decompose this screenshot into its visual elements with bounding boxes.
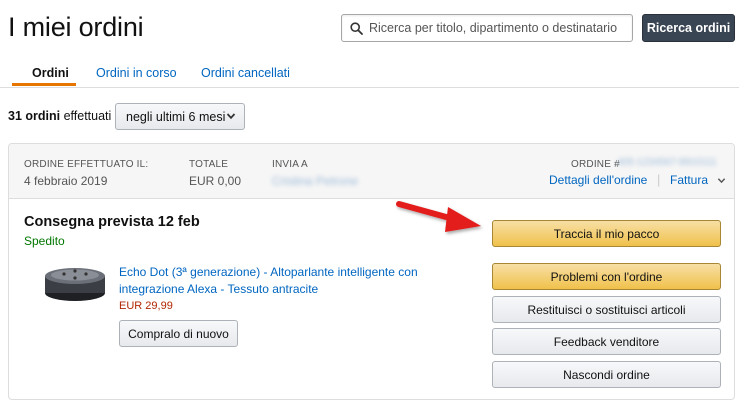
shipping-status: Spedito [24, 234, 65, 248]
order-count-number: 31 ordini [8, 109, 61, 123]
page-title: I miei ordini [8, 12, 144, 42]
search-input[interactable] [369, 21, 629, 35]
header-separator: | [657, 172, 661, 187]
period-select-value: negli ultimi 6 mesi [126, 109, 226, 124]
order-placed-label: ORDINE EFFETTUATO IL: [24, 159, 149, 170]
ship-to-name-blurred[interactable]: Cristina Petrone [272, 174, 358, 188]
tab-open-orders[interactable]: Ordini in corso [96, 66, 177, 80]
tab-cancelled-orders[interactable]: Ordini cancellati [201, 66, 290, 80]
invoice-link[interactable]: Fattura [670, 173, 726, 187]
order-total-value: EUR 0,00 [189, 174, 242, 188]
order-details-link[interactable]: Dettagli dell'ordine [549, 173, 647, 187]
order-placed-date: 4 febbraio 2019 [24, 174, 108, 188]
search-orders-button[interactable]: Ricerca ordini [642, 14, 735, 42]
product-price: EUR 29,99 [119, 300, 173, 312]
order-card: ORDINE EFFETTUATO IL: 4 febbraio 2019 TO… [8, 143, 735, 400]
seller-feedback-button[interactable]: Feedback venditore [492, 328, 721, 355]
hide-order-button[interactable]: Nascondi ordine [492, 361, 721, 388]
product-title-link[interactable]: Echo Dot (3ª generazione) - Altoparlante… [119, 264, 419, 298]
order-number-blurred: 405-1234567-8910111 [617, 157, 717, 168]
product-title-line-2: integrazione Alexa - Tessuto antracite [119, 282, 319, 296]
invoice-link-label: Fattura [670, 173, 709, 187]
track-package-button[interactable]: Traccia il mio pacco [492, 220, 721, 247]
ship-to-label: INVIA A [272, 159, 308, 170]
product-title-line-1: Echo Dot (3ª generazione) - Altoparlante… [119, 265, 418, 279]
order-tabs: Ordini Ordini in corso Ordini cancellati [0, 58, 739, 88]
search-icon [350, 21, 363, 35]
tab-orders[interactable]: Ordini [32, 66, 69, 80]
order-header: ORDINE EFFETTUATO IL: 4 febbraio 2019 TO… [9, 144, 734, 199]
order-number-label: ORDINE # [571, 159, 620, 170]
search-box[interactable] [341, 14, 633, 42]
echo-dot-product-image[interactable] [41, 260, 109, 304]
order-count: 31 ordini effettuati [8, 109, 111, 123]
order-total-label: TOTALE [189, 159, 229, 170]
return-replace-button[interactable]: Restituisci o sostituisci articoli [492, 296, 721, 323]
period-select[interactable]: negli ultimi 6 mesi [115, 103, 245, 130]
buy-again-button[interactable]: Compralo di nuovo [119, 320, 238, 347]
order-count-suffix: effettuati [63, 109, 112, 123]
delivery-title: Consegna prevista 12 feb [24, 214, 200, 230]
chevron-down-icon [226, 113, 236, 120]
order-problems-button[interactable]: Problemi con l'ordine [492, 263, 721, 290]
red-annotation-arrow [396, 201, 481, 232]
active-tab-indicator [12, 83, 76, 86]
chevron-down-icon [718, 178, 726, 184]
